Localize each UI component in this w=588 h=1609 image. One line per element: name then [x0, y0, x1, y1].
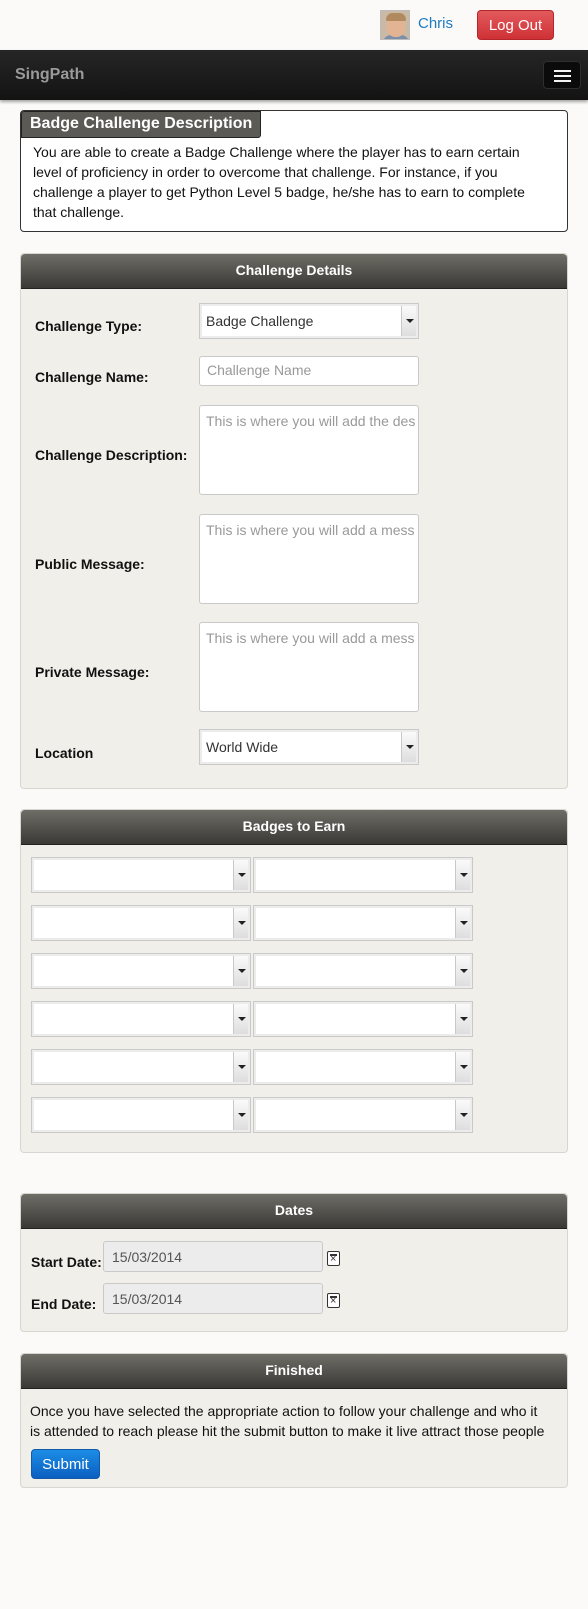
navbar: SingPath: [0, 50, 588, 100]
finished-text: Once you have selected the appropriate a…: [30, 1401, 560, 1441]
description-box: Badge Challenge Description You are able…: [20, 110, 568, 232]
location-label: Location: [35, 745, 94, 761]
description-line: level of proficiency in order to overcom…: [33, 164, 498, 180]
chevron-down-icon: [455, 1004, 470, 1034]
panel-heading: Challenge Details: [21, 254, 567, 289]
start-date-input[interactable]: 15/03/2014: [103, 1241, 323, 1272]
badge-select[interactable]: [31, 905, 251, 941]
badge-level-select[interactable]: [253, 857, 473, 893]
challenge-name-label: Challenge Name:: [35, 369, 149, 385]
logout-button[interactable]: Log Out: [477, 10, 554, 40]
dates-panel: Dates Start Date: 15/03/2014 End Date: 1…: [20, 1193, 568, 1332]
avatar[interactable]: [380, 10, 410, 40]
badge-level-select[interactable]: [253, 905, 473, 941]
chevron-down-icon: [233, 908, 248, 938]
calendar-icon[interactable]: [327, 1251, 340, 1266]
panel-heading: Finished: [21, 1354, 567, 1389]
badge-select[interactable]: [31, 857, 251, 893]
badge-select[interactable]: [31, 1049, 251, 1085]
challenge-type-label: Challenge Type:: [35, 318, 143, 334]
finished-panel: Finished Once you have selected the appr…: [20, 1353, 568, 1488]
username-link[interactable]: Chris: [418, 15, 453, 32]
chevron-down-icon: [455, 860, 470, 890]
challenge-description-textarea[interactable]: This is where you will add the des: [199, 405, 419, 495]
badge-level-select[interactable]: [253, 953, 473, 989]
panel-heading: Dates: [21, 1194, 567, 1229]
chevron-down-icon: [401, 306, 416, 336]
menu-toggle-button[interactable]: [543, 61, 581, 89]
public-message-label: Public Message:: [35, 556, 145, 572]
chevron-down-icon: [455, 956, 470, 986]
submit-button[interactable]: Submit: [31, 1449, 100, 1479]
private-message-textarea[interactable]: This is where you will add a mess: [199, 622, 419, 712]
chevron-down-icon: [233, 1100, 248, 1130]
calendar-icon[interactable]: [327, 1293, 340, 1308]
hamburger-icon: [554, 70, 571, 82]
location-select[interactable]: World Wide: [199, 729, 419, 765]
challenge-description-label: Challenge Description:: [35, 447, 188, 463]
badge-select[interactable]: [31, 953, 251, 989]
panel-heading: Badges to Earn: [21, 810, 567, 845]
chevron-down-icon: [455, 908, 470, 938]
description-line: that challenge.: [33, 204, 125, 220]
finished-line: is attended to reach please hit the subm…: [30, 1423, 545, 1439]
chevron-down-icon: [233, 1052, 248, 1082]
avatar-hair: [386, 13, 406, 21]
chevron-down-icon: [455, 1100, 470, 1130]
challenge-type-value: Badge Challenge: [206, 313, 314, 329]
description-line: You are able to create a Badge Challenge…: [33, 144, 520, 160]
public-message-textarea[interactable]: This is where you will add a mess: [199, 514, 419, 604]
challenge-name-input[interactable]: Challenge Name: [199, 356, 419, 386]
badge-level-select[interactable]: [253, 1001, 473, 1037]
location-value: World Wide: [206, 739, 279, 755]
chevron-down-icon: [401, 732, 416, 762]
chevron-down-icon: [233, 860, 248, 890]
chevron-down-icon: [233, 1004, 248, 1034]
brand[interactable]: SingPath: [15, 66, 84, 84]
badge-select[interactable]: [31, 1001, 251, 1037]
badge-level-select[interactable]: [253, 1049, 473, 1085]
start-date-label: Start Date:: [31, 1254, 102, 1270]
end-date-input[interactable]: 15/03/2014: [103, 1283, 323, 1314]
user-bar: Chris Log Out: [0, 0, 588, 50]
chevron-down-icon: [233, 956, 248, 986]
badge-select[interactable]: [31, 1097, 251, 1133]
challenge-details-panel: Challenge Details Challenge Type: Badge …: [20, 253, 568, 789]
private-message-label: Private Message:: [35, 664, 150, 680]
badges-panel: Badges to Earn: [20, 809, 568, 1153]
description-text: You are able to create a Badge Challenge…: [33, 142, 558, 222]
badge-level-select[interactable]: [253, 1097, 473, 1133]
chevron-down-icon: [455, 1052, 470, 1082]
challenge-type-select[interactable]: Badge Challenge: [199, 303, 419, 339]
finished-line: Once you have selected the appropriate a…: [30, 1403, 538, 1419]
end-date-label: End Date:: [31, 1296, 97, 1312]
description-line: challenge a player to get Python Level 5…: [33, 184, 525, 200]
description-title: Badge Challenge Description: [21, 111, 262, 138]
